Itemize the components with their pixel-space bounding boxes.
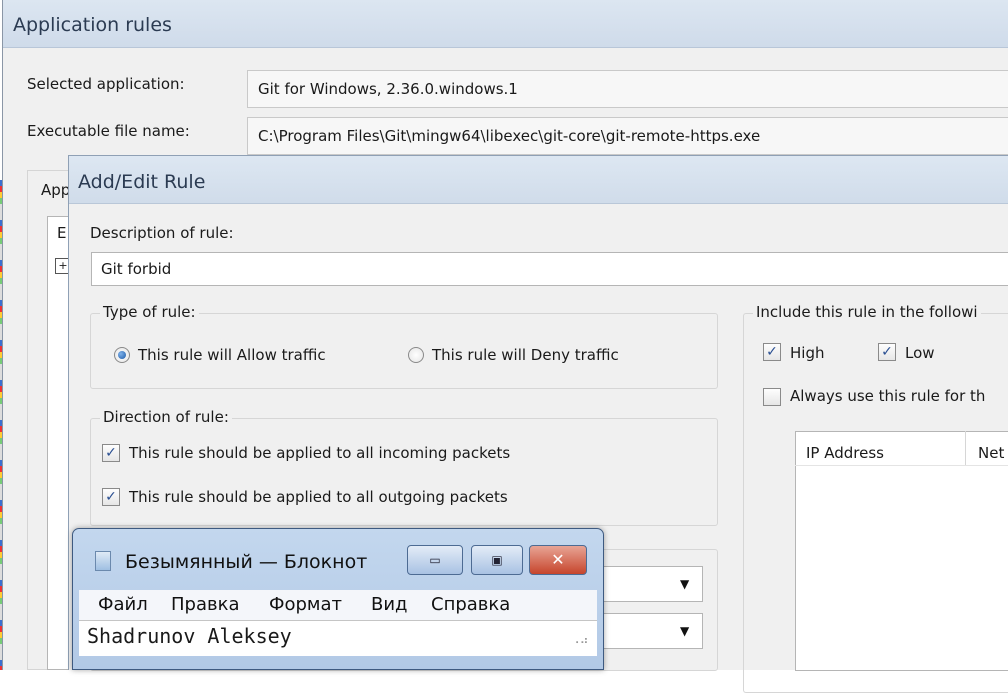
direction-of-rule-group (90, 418, 718, 526)
selected-application-field[interactable]: Git for Windows, 2.36.0.windows.1 (247, 70, 1008, 108)
applications-list-column-header[interactable]: E (57, 224, 66, 242)
ip-address-column-header[interactable]: IP Address (806, 444, 884, 462)
network-column-header[interactable]: Net (978, 444, 1004, 462)
deny-traffic-radio[interactable] (408, 347, 424, 363)
option-combo-1[interactable]: ▼ (599, 566, 703, 602)
menu-view[interactable]: Вид (371, 594, 408, 615)
selected-application-label: Selected application: (27, 75, 185, 93)
option-combo-2[interactable]: ▼ (599, 613, 703, 649)
window-title: Application rules (13, 14, 172, 36)
menu-file[interactable]: Файл (98, 594, 148, 615)
close-button[interactable]: ✕ (529, 545, 587, 575)
include-rule-label: Include this rule in the followi (753, 303, 981, 321)
incoming-packets-checkbox[interactable]: ✓ (102, 444, 120, 462)
description-label: Description of rule: (90, 224, 234, 242)
allow-traffic-radio[interactable] (114, 347, 130, 363)
type-of-rule-label: Type of rule: (100, 303, 199, 321)
notepad-title: Безымянный — Блокнот (125, 551, 368, 573)
resize-grip-icon[interactable]: ⠠⠴ (571, 633, 589, 647)
minimize-icon: ▭ (429, 553, 441, 567)
maximize-button[interactable]: ▣ (471, 545, 523, 575)
notepad-text-area[interactable]: Shadrunov Aleksey (79, 620, 597, 656)
notepad-window: Безымянный — Блокнот ▭ ▣ ✕ Файл Правка Ф… (72, 528, 604, 670)
low-profile-label[interactable]: Low (905, 344, 935, 362)
notepad-menubar: Файл Правка Формат Вид Справка (79, 590, 597, 620)
direction-of-rule-label: Direction of rule: (100, 408, 232, 426)
high-profile-checkbox[interactable]: ✓ (763, 343, 781, 361)
outgoing-packets-label[interactable]: This rule should be applied to all outgo… (129, 488, 508, 506)
minimize-button[interactable]: ▭ (407, 545, 463, 575)
notepad-icon (95, 551, 111, 571)
menu-help[interactable]: Справка (431, 594, 510, 615)
close-icon: ✕ (551, 550, 565, 569)
notepad-text: Shadrunov Aleksey (87, 624, 292, 648)
ip-address-list[interactable] (795, 431, 1008, 671)
incoming-packets-label[interactable]: This rule should be applied to all incom… (129, 444, 510, 462)
rule-dialog-titlebar: Add/Edit Rule (69, 156, 1008, 204)
executable-file-field[interactable]: C:\Program Files\Git\mingw64\libexec\git… (247, 117, 1008, 155)
selected-application-value: Git for Windows, 2.36.0.windows.1 (258, 80, 518, 98)
description-input[interactable]: Git forbid (91, 252, 1008, 286)
menu-edit[interactable]: Правка (171, 594, 240, 615)
list-header-divider (795, 465, 1008, 466)
rule-dialog-title: Add/Edit Rule (78, 171, 206, 193)
column-separator[interactable] (965, 431, 966, 465)
always-use-rule-label[interactable]: Always use this rule for th (790, 387, 985, 405)
executable-file-label: Executable file name: (27, 122, 190, 140)
high-profile-label[interactable]: High (790, 344, 824, 362)
always-use-rule-checkbox[interactable] (763, 388, 781, 406)
outgoing-packets-checkbox[interactable]: ✓ (102, 488, 120, 506)
allow-traffic-label[interactable]: This rule will Allow traffic (138, 346, 326, 364)
chevron-down-icon: ▼ (680, 624, 690, 638)
maximize-icon: ▣ (491, 553, 503, 567)
application-rules-titlebar: Application rules (3, 0, 1008, 48)
chevron-down-icon: ▼ (680, 577, 690, 591)
description-value: Git forbid (101, 260, 172, 278)
deny-traffic-label[interactable]: This rule will Deny traffic (432, 346, 619, 364)
menu-format[interactable]: Формат (269, 594, 342, 615)
low-profile-checkbox[interactable]: ✓ (878, 343, 896, 361)
executable-file-value: C:\Program Files\Git\mingw64\libexec\git… (258, 127, 761, 145)
